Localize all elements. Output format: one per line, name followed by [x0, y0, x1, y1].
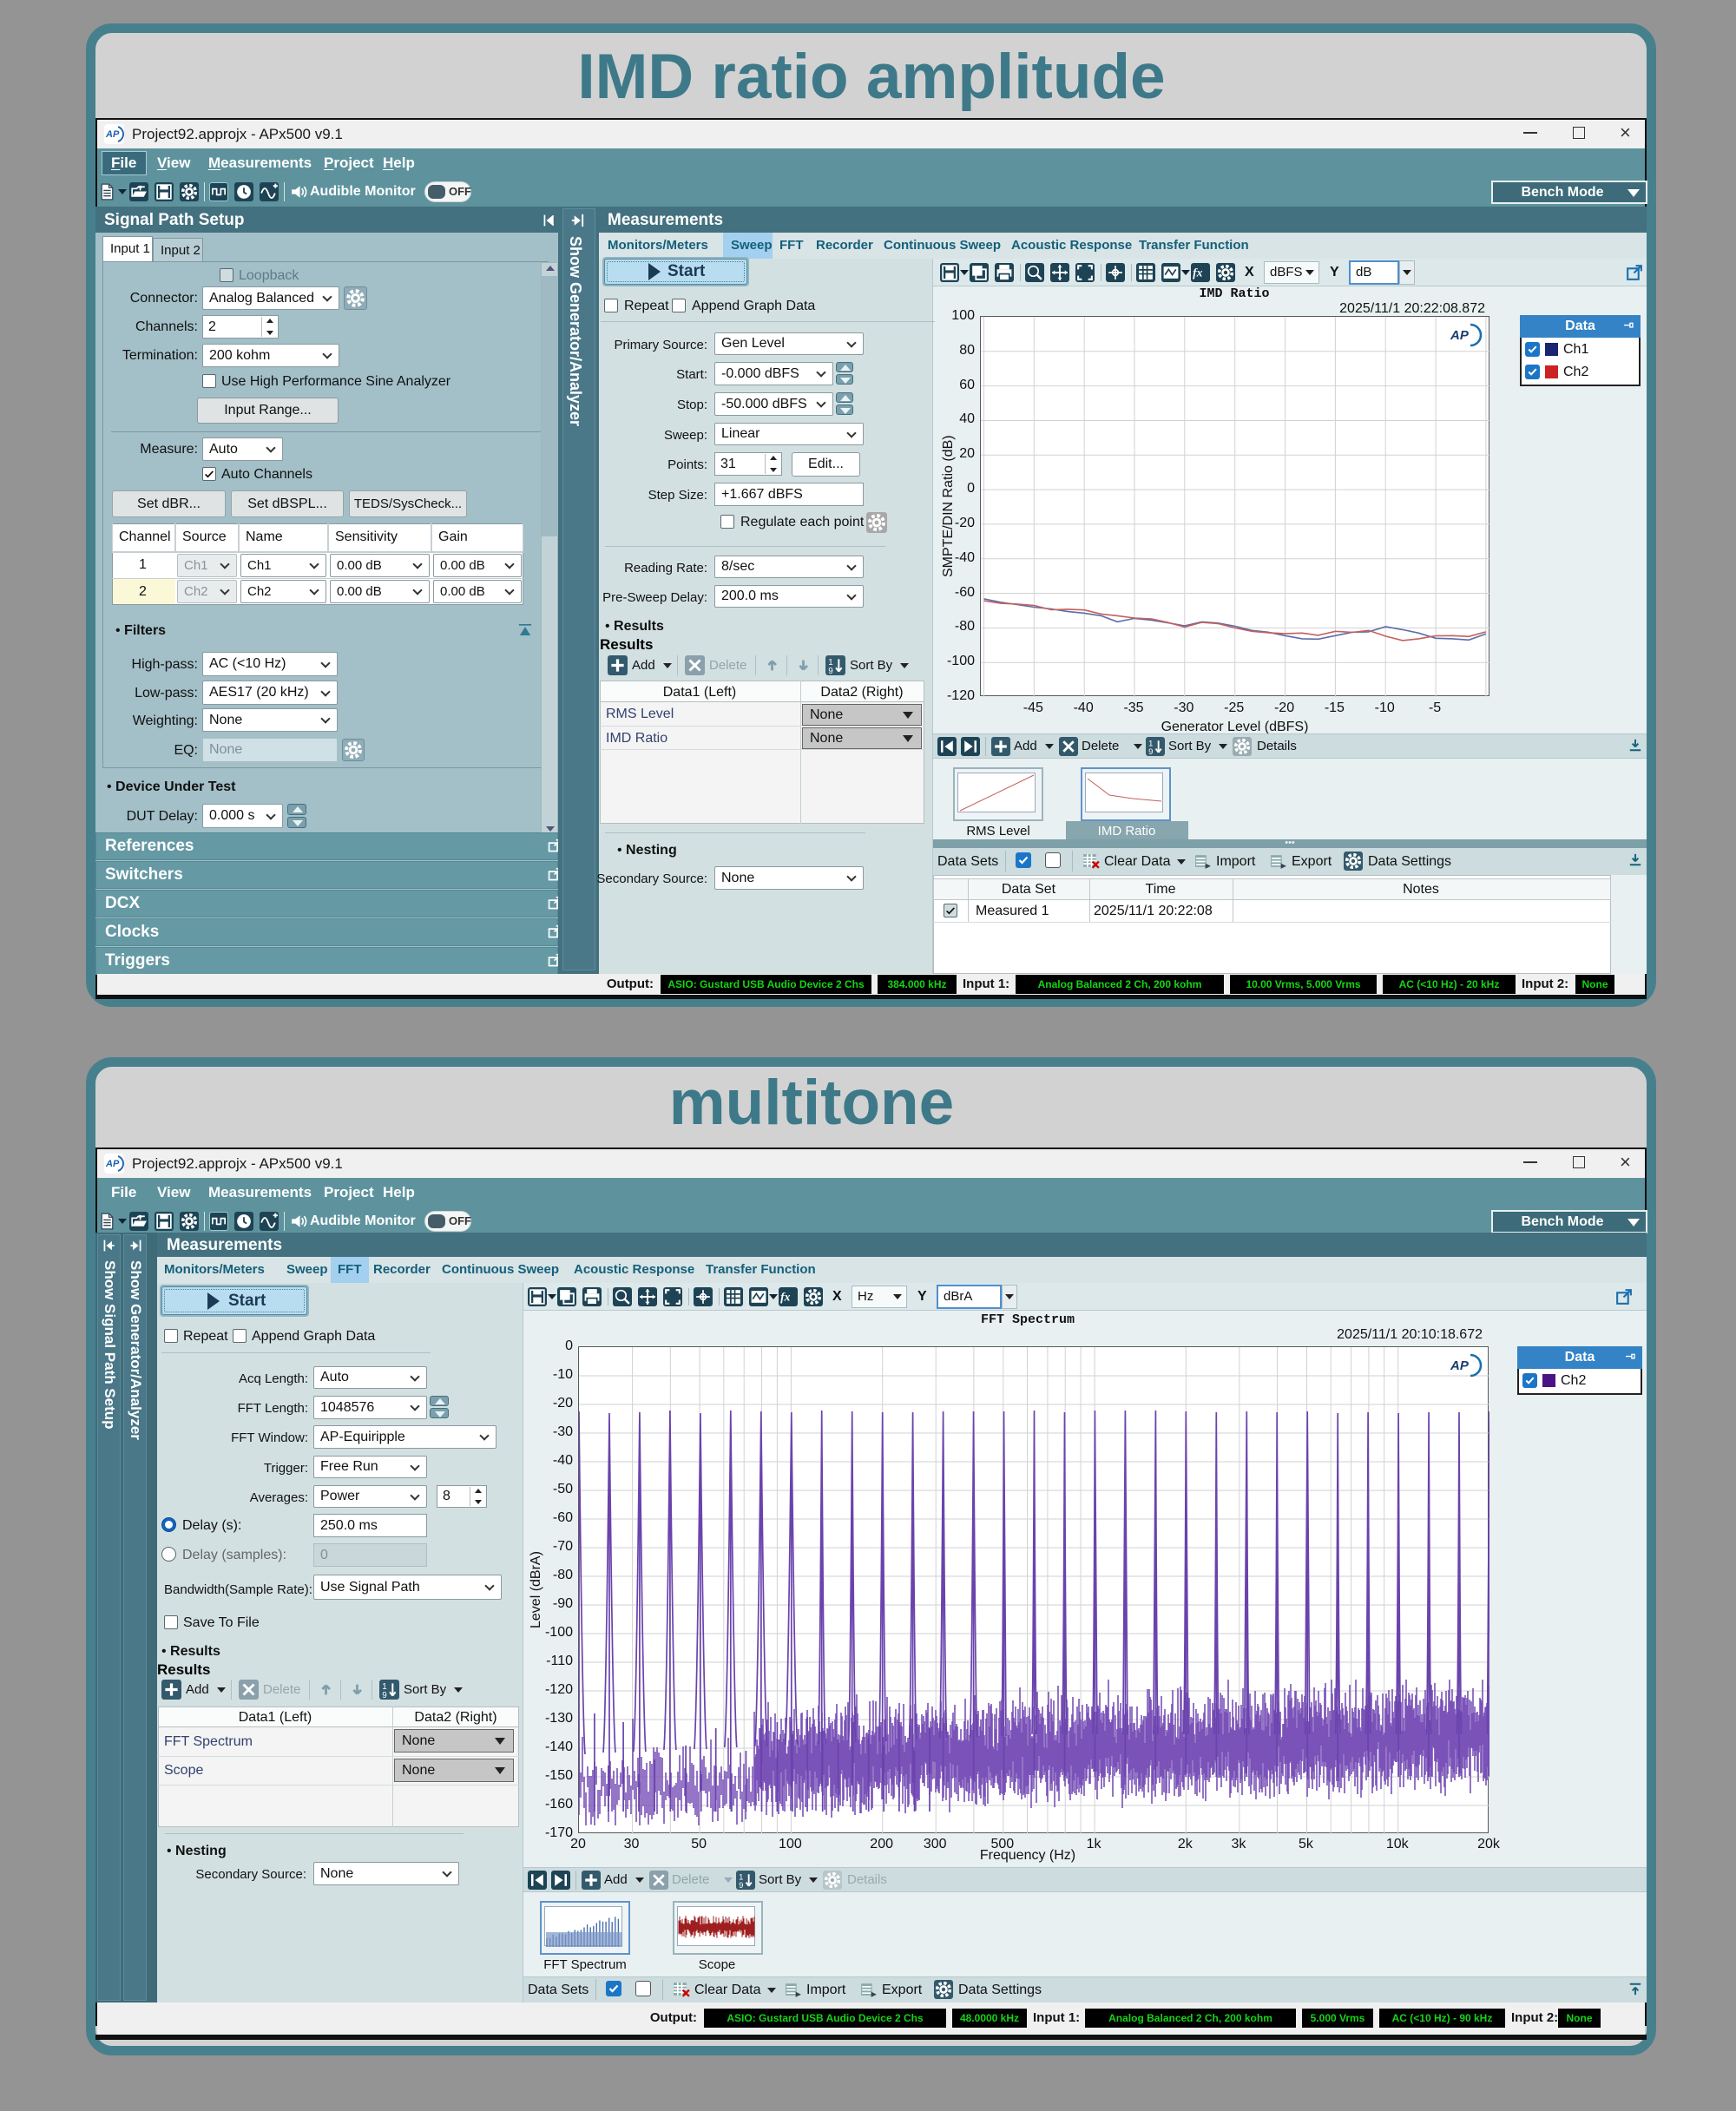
svg-text:9: 9: [1148, 746, 1153, 756]
svg-text:9: 9: [739, 1880, 743, 1890]
svg-text:AP: AP: [105, 1159, 120, 1169]
svg-text:fx: fx: [780, 1291, 791, 1304]
svg-text:AP: AP: [105, 129, 120, 140]
svg-text:fx: fx: [1193, 266, 1203, 279]
